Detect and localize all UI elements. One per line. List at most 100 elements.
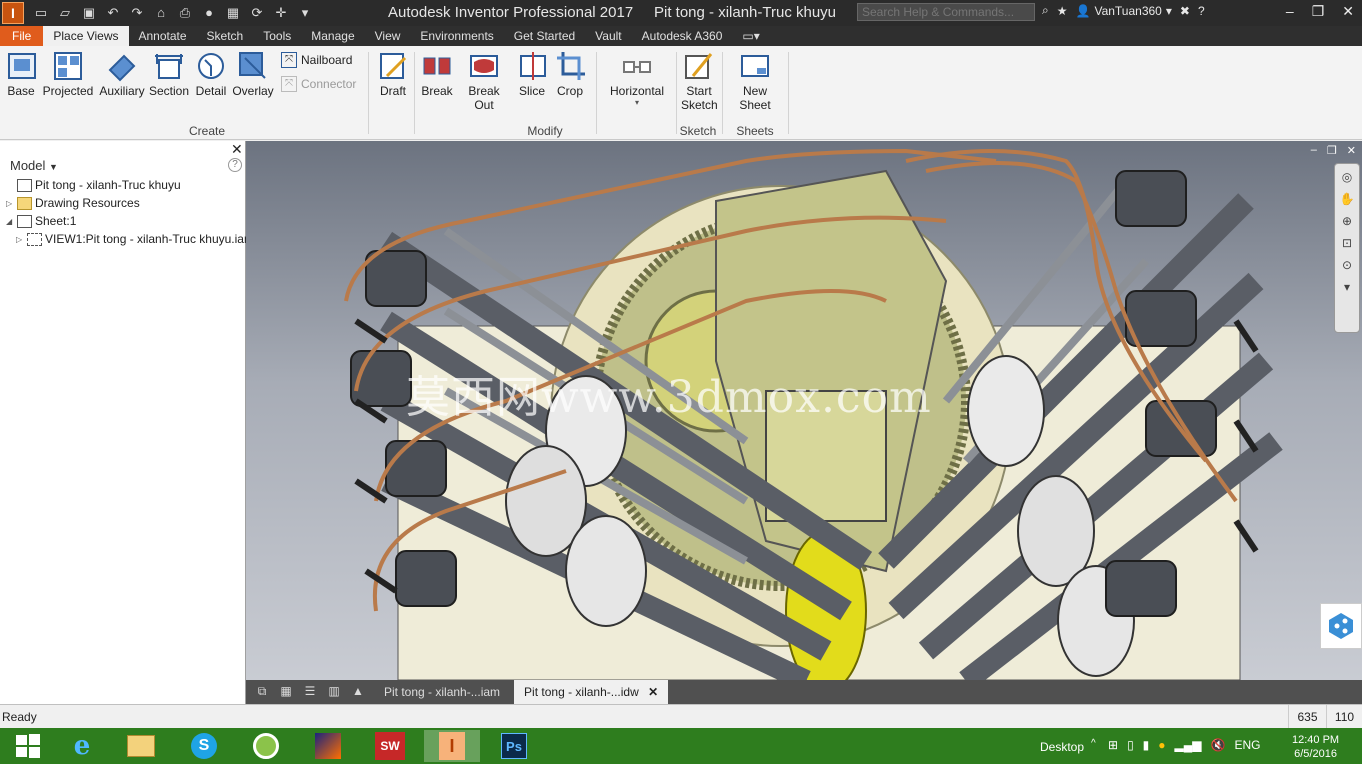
share-button[interactable] [1320, 603, 1362, 649]
tree-item-sheet[interactable]: ◢ Sheet:1 [6, 214, 76, 228]
close-icon[interactable]: ✕ [1342, 3, 1354, 20]
volume-icon[interactable]: 🔇 [1211, 738, 1226, 752]
tab-manage[interactable]: Manage [301, 26, 364, 46]
redo-icon[interactable]: ↷ [128, 4, 146, 22]
tab-get-started[interactable]: Get Started [504, 26, 585, 46]
taskbar-internet-explorer[interactable]: e [54, 730, 110, 762]
inventor-logo[interactable]: I [2, 2, 24, 24]
user-account[interactable]: 👤 VanTuan360 ▾ [1076, 4, 1172, 18]
measure-icon[interactable]: ✛ [272, 4, 290, 22]
customize-icon[interactable]: ▾ [296, 4, 314, 22]
tree-item-root[interactable]: Pit tong - xilanh-Truc khuyu [6, 178, 181, 192]
document-tab-idw[interactable]: Pit tong - xilanh-...idw ✕ [514, 680, 669, 704]
collapse-icon[interactable]: ◢ [6, 217, 14, 226]
tab-tools[interactable]: Tools [253, 26, 301, 46]
tab-vault[interactable]: Vault [585, 26, 631, 46]
tile-vertical-icon[interactable]: ▥ [326, 684, 342, 700]
minimize-icon[interactable]: – [1286, 3, 1294, 20]
draft-view-button[interactable]: Draft [376, 50, 410, 98]
security-icon[interactable]: ▮ [1143, 738, 1150, 752]
tab-autodesk-a360[interactable]: Autodesk A360 [632, 26, 733, 46]
tree-item-view1[interactable]: ▷ VIEW1:Pit tong - xilanh-Truc khuyu.iam [16, 232, 254, 246]
base-view-button[interactable]: Base [6, 50, 36, 98]
taskbar-photoshop[interactable]: Ps [486, 730, 542, 762]
break-button[interactable]: Break [420, 50, 454, 98]
projected-view-button[interactable]: Projected [42, 50, 94, 98]
tile-horizontal-icon[interactable]: ☰ [302, 684, 318, 700]
zoom-icon[interactable]: ⊕ [1339, 214, 1355, 230]
expand-icon[interactable]: ▷ [16, 235, 24, 244]
norton-icon[interactable]: ● [1158, 738, 1165, 752]
favorite-icon[interactable]: ★ [1057, 4, 1068, 18]
detail-view-button[interactable]: Detail [194, 50, 228, 98]
tab-view[interactable]: View [365, 26, 411, 46]
connector-button[interactable]: ⤧ Connector [281, 76, 356, 92]
steering-wheel-icon[interactable]: ◎ [1339, 170, 1355, 186]
ribbon-separator [722, 52, 723, 134]
zoom-window-icon[interactable]: ⊡ [1339, 236, 1355, 252]
tab-annotate[interactable]: Annotate [129, 26, 197, 46]
document-tab-iam[interactable]: Pit tong - xilanh-...iam [374, 680, 510, 704]
print-icon[interactable]: ⎙ [176, 4, 194, 22]
tab-environments[interactable]: Environments [410, 26, 503, 46]
exchange-icon[interactable]: ✖ [1180, 4, 1190, 18]
minimize-icon[interactable]: – [1311, 144, 1317, 157]
home-icon[interactable]: ⌂ [152, 4, 170, 22]
tab-sketch[interactable]: Sketch [197, 26, 254, 46]
auxiliary-view-button[interactable]: Auxiliary [99, 50, 145, 98]
chevron-up-icon[interactable]: ▲ [350, 684, 366, 700]
tab-file[interactable]: File [0, 26, 44, 46]
language-indicator[interactable]: ENG [1234, 738, 1260, 752]
ribbon-options-icon[interactable]: ▭▾ [732, 26, 769, 46]
restore-icon[interactable]: ❐ [1312, 3, 1325, 20]
network-icon[interactable]: ▂▄▆ [1175, 738, 1202, 752]
expand-icon[interactable]: ▷ [6, 199, 14, 208]
desktop-toolbar-label[interactable]: Desktop [1040, 740, 1084, 754]
chevron-up-icon[interactable]: ^ [1091, 738, 1096, 749]
nailboard-button[interactable]: ⤧ Nailboard [281, 52, 352, 68]
close-icon[interactable]: ✕ [1347, 144, 1356, 157]
start-sketch-button[interactable]: Start Sketch [681, 50, 718, 112]
taskbar-inventor[interactable]: I [424, 730, 480, 762]
start-button[interactable] [0, 730, 56, 762]
device-icon[interactable]: ▯ [1127, 738, 1134, 752]
tab-place-views[interactable]: Place Views [43, 26, 129, 46]
ribbon-tabs: File Place Views Annotate Sketch Tools M… [0, 26, 1362, 46]
pan-icon[interactable]: ✋ [1339, 192, 1355, 208]
taskbar-skype[interactable]: S [176, 730, 232, 762]
new-sheet-button[interactable]: New Sheet [726, 50, 784, 112]
restore-icon[interactable]: ❐ [1327, 144, 1337, 157]
close-icon[interactable]: ✕ [231, 141, 243, 158]
tile-icon[interactable]: ▦ [278, 684, 294, 700]
section-view-button[interactable]: Section [149, 50, 189, 98]
taskbar-file-explorer[interactable] [113, 730, 169, 762]
save-icon[interactable]: ▣ [80, 4, 98, 22]
overlay-view-button[interactable]: Overlay [232, 50, 274, 98]
update-icon[interactable]: ⟳ [248, 4, 266, 22]
tree-item-drawing-resources[interactable]: ▷ Drawing Resources [6, 196, 140, 210]
taskbar-greenshot[interactable] [238, 730, 294, 762]
help-icon[interactable]: ? [1198, 4, 1205, 18]
cascade-icon[interactable]: ⧉ [254, 684, 270, 700]
graphics-window[interactable]: 莫西网www.3dmox.com – ❐ ✕ ◎ ✋ ⊕ ⊡ ⊙ ▾ [246, 141, 1362, 680]
chevron-down-icon[interactable]: ▾ [1339, 280, 1355, 296]
slice-button[interactable]: Slice [517, 50, 547, 98]
material-icon[interactable]: ▦ [224, 4, 242, 22]
new-icon[interactable]: ▭ [32, 4, 50, 22]
taskbar-media-app[interactable] [300, 730, 356, 762]
horizontal-button[interactable]: Horizontal ▾ [606, 50, 668, 107]
crop-button[interactable]: Crop [555, 50, 585, 98]
color-icon[interactable]: ● [200, 4, 218, 22]
open-icon[interactable]: ▱ [56, 4, 74, 22]
binoculars-icon[interactable]: ⌕ [1042, 3, 1049, 18]
browser-header[interactable]: Model ▼ [10, 158, 58, 173]
taskbar-solidworks[interactable]: SW [362, 730, 418, 762]
close-icon[interactable]: ✕ [648, 685, 658, 699]
help-icon[interactable]: ? [228, 158, 242, 172]
zoom-all-icon[interactable]: ⊙ [1339, 258, 1355, 274]
windows-flag-icon[interactable]: ⊞ [1108, 738, 1118, 752]
undo-icon[interactable]: ↶ [104, 4, 122, 22]
break-out-button[interactable]: Break Out [457, 50, 511, 112]
help-search-input[interactable] [857, 3, 1035, 21]
system-clock[interactable]: 12:40 PM 6/5/2016 [1292, 733, 1339, 761]
